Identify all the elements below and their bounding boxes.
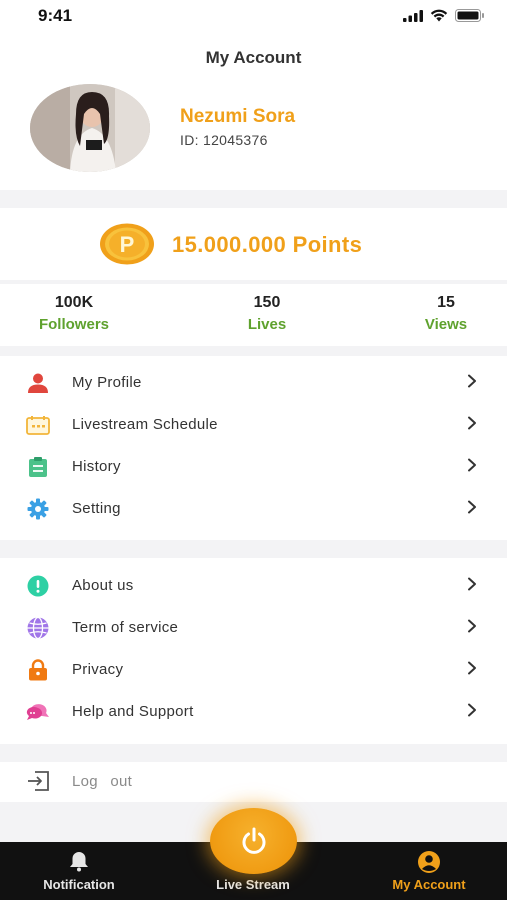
wifi-icon xyxy=(430,9,448,22)
stat-lives[interactable]: 150 Lives xyxy=(207,294,327,333)
nav-my-account[interactable]: My Account xyxy=(370,842,488,900)
menu-item-help-and-support[interactable]: Help and Support xyxy=(0,691,507,733)
user-icon xyxy=(25,372,51,394)
menu-item-livestream-schedule[interactable]: Livestream Schedule xyxy=(0,404,507,446)
stats-row: 100K Followers 150 Lives 15 Views xyxy=(0,284,507,346)
battery-icon xyxy=(455,9,484,22)
power-icon xyxy=(242,827,265,854)
chevron-right-icon xyxy=(468,703,476,717)
menu-item-my-profile[interactable]: My Profile xyxy=(0,362,507,404)
avatar-image xyxy=(30,84,150,172)
nav-label-active: My Account xyxy=(392,877,466,892)
chevron-right-icon xyxy=(468,374,476,388)
lock-icon xyxy=(25,659,51,681)
status-icons xyxy=(403,9,485,22)
chevron-right-icon xyxy=(468,416,476,430)
points-balance: 15.000.000 Points xyxy=(172,232,363,257)
logout-button[interactable]: Log out xyxy=(0,762,507,802)
user-name: Nezumi Sora xyxy=(180,106,296,127)
stat-value: 100K xyxy=(54,294,94,311)
menu-item-history[interactable]: History xyxy=(0,446,507,488)
account-screen: 9:41 My Account Nezumi Sora ID: 12045376… xyxy=(0,0,507,900)
chevron-right-icon xyxy=(468,661,476,675)
chevron-right-icon xyxy=(468,619,476,633)
profile-header: My Account Nezumi Sora ID: 12045376 xyxy=(0,32,507,190)
menu-item-privacy[interactable]: Privacy xyxy=(0,649,507,691)
menu-item-label: About us xyxy=(72,577,134,594)
avatar[interactable] xyxy=(30,84,150,172)
menu-item-label: Setting xyxy=(72,500,121,517)
stat-followers[interactable]: 100K Followers xyxy=(14,294,134,333)
bell-icon xyxy=(70,852,88,872)
coin-icon: P xyxy=(100,223,154,265)
menu-secondary: About us Term of service Privacy Help an… xyxy=(0,558,507,744)
menu-item-label: Livestream Schedule xyxy=(72,416,218,433)
stat-label: Lives xyxy=(247,316,287,333)
live-stream-button[interactable] xyxy=(210,808,297,874)
menu-item-label: Term of service xyxy=(72,619,179,636)
status-bar: 9:41 xyxy=(0,0,507,32)
stat-views[interactable]: 15 Views xyxy=(386,294,506,333)
status-time: 9:41 xyxy=(38,6,73,25)
stat-value: 150 xyxy=(253,294,281,311)
menu-item-term-of-service[interactable]: Term of service xyxy=(0,607,507,649)
chevron-right-icon xyxy=(468,577,476,591)
menu-item-label: History xyxy=(72,458,121,475)
points-card[interactable]: P 15.000.000 Points xyxy=(0,208,507,280)
logout-label: Log out xyxy=(72,773,133,790)
gear-icon xyxy=(25,498,51,520)
chat-icon xyxy=(25,701,51,723)
menu-item-label: Privacy xyxy=(72,661,124,678)
logout-icon xyxy=(25,770,51,792)
menu-primary: My Profile Livestream Schedule History S… xyxy=(0,356,507,540)
signal-icon xyxy=(403,9,423,22)
clipboard-icon xyxy=(25,456,51,478)
menu-item-label: Help and Support xyxy=(72,703,194,720)
chevron-right-icon xyxy=(468,500,476,514)
calendar-icon xyxy=(25,414,51,436)
nav-label: Live Stream xyxy=(216,877,290,892)
globe-icon xyxy=(25,616,51,640)
page-title: My Account xyxy=(205,48,302,67)
nav-label: Notification xyxy=(43,877,115,892)
account-icon xyxy=(418,851,440,873)
menu-item-about-us[interactable]: About us xyxy=(0,565,507,607)
info-icon xyxy=(25,575,51,597)
coin-letter: P xyxy=(120,232,135,257)
menu-item-setting[interactable]: Setting xyxy=(0,488,507,530)
stat-value: 15 xyxy=(437,294,455,311)
chevron-right-icon xyxy=(468,458,476,472)
stat-label: Followers xyxy=(38,316,109,333)
nav-notification[interactable]: Notification xyxy=(20,842,138,900)
stat-label: Views xyxy=(424,316,468,333)
user-id: ID: 12045376 xyxy=(180,132,268,148)
menu-item-label: My Profile xyxy=(72,374,142,391)
